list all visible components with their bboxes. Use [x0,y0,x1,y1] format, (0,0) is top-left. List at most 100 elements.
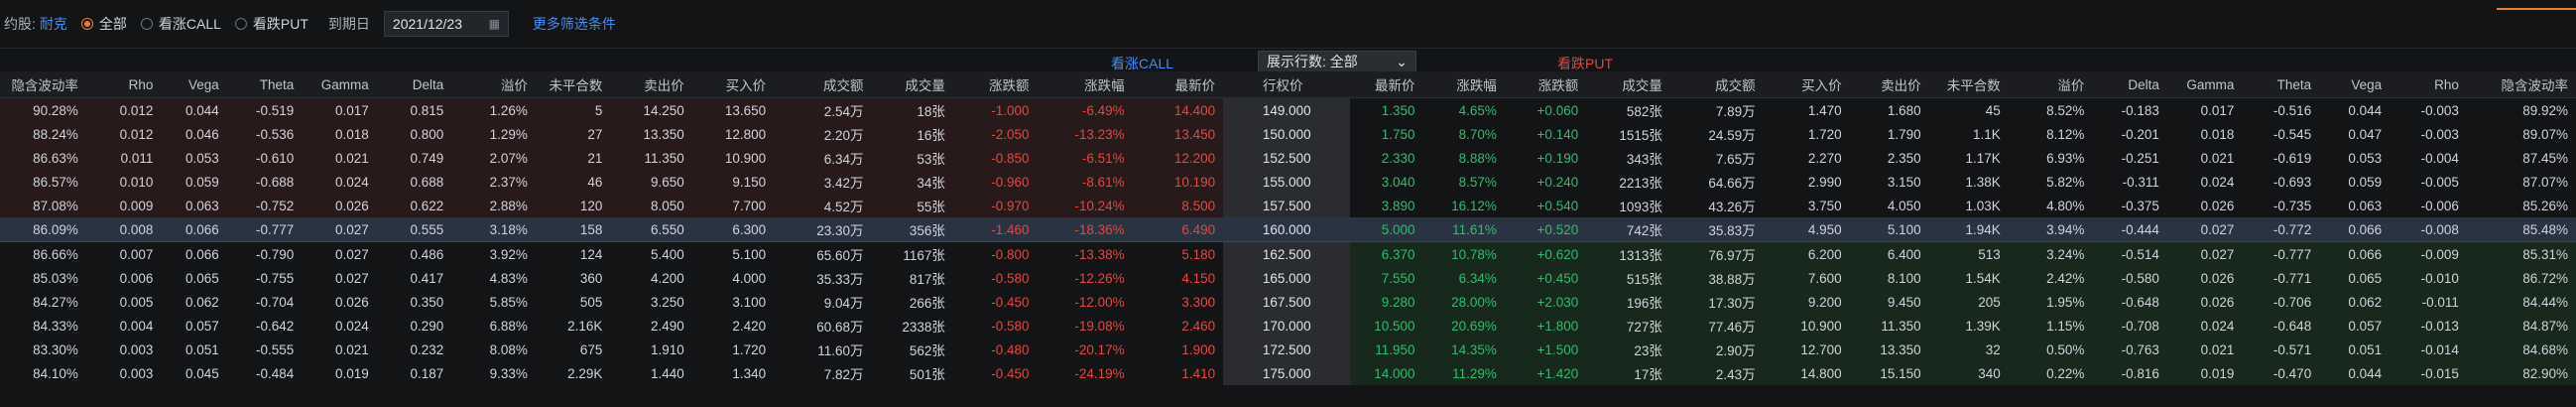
radio-all[interactable]: 全部 [80,14,127,34]
strike-cell: 162.500 [1223,241,1351,266]
radio-call[interactable]: 看涨CALL [140,14,221,34]
column-header[interactable]: 涨跌幅 [1037,71,1133,98]
table-row[interactable]: 86.63% 0.011 0.053 -0.610 0.021 0.749 2.07% 21 1… [0,146,2576,170]
column-header[interactable]: Delta [2092,71,2167,98]
call-cell: 0.008 [85,217,162,242]
column-header[interactable]: 隐含波动率 [2466,71,2576,98]
put-cell: 3.150 [1887,174,1921,190]
call-cell: 4.52万 [774,194,872,217]
underlying-link[interactable]: 耐克 [40,14,67,34]
put-cell: -0.009 [2390,241,2467,266]
table-row[interactable]: 85.03% 0.006 0.065 -0.755 0.027 0.417 4.83% 360… [0,266,2576,290]
call-cell: 83.30% [33,341,78,357]
strike-cell: 150.000 [1223,122,1351,146]
column-header[interactable]: 涨跌额 [952,71,1038,98]
column-header[interactable]: 未平合数 [1928,71,2009,98]
expiry-date-picker[interactable]: 2021/12/23 ▦ [383,11,509,37]
call-cell: 3.42万 [774,170,872,194]
table-row[interactable]: 83.30% 0.003 0.051 -0.555 0.021 0.232 8.08% 675… [0,338,2576,361]
column-header[interactable]: 成交量 [1586,71,1670,98]
put-cell: 82.90% [2466,361,2576,385]
rows-select[interactable]: 展示行数: 全部 ⌄ [1258,51,1416,72]
table-row[interactable]: 86.66% 0.007 0.066 -0.790 0.027 0.486 3.92% 124… [0,241,2576,266]
column-header[interactable]: 卖出价 [610,71,692,98]
table-row[interactable]: 90.28% 0.012 0.044 -0.519 0.017 0.815 1.26% 5 14… [0,97,2576,122]
call-cell: 4.83% [489,270,528,286]
put-cell: -0.003 [2420,126,2459,142]
put-cell: 8.88% [1458,150,1497,166]
call-cell: 0.053 [161,146,227,170]
put-cell: 0.065 [2319,266,2391,290]
call-cell: 2.16K [567,318,603,334]
call-cell: 675 [579,341,603,357]
put-cell: -0.706 [2242,290,2320,314]
column-header[interactable]: Vega [2319,71,2391,98]
table-row[interactable]: 87.08% 0.009 0.063 -0.752 0.026 0.622 2.88% 120… [0,194,2576,217]
put-cell: 17张 [1586,361,1670,385]
put-cell: -0.693 [2272,174,2312,190]
put-cell: 0.017 [2200,102,2235,118]
table-row[interactable]: 88.24% 0.012 0.046 -0.536 0.018 0.800 1.29% 27 1… [0,122,2576,146]
column-header[interactable]: 行权价 [1223,71,1351,98]
column-header[interactable]: Vega [161,71,227,98]
table-row[interactable]: 86.57% 0.010 0.059 -0.688 0.024 0.688 2.37% 46 9… [0,170,2576,194]
column-header[interactable]: 未平合数 [535,71,611,98]
column-header[interactable]: 涨跌额 [1504,71,1587,98]
put-cell: 32 [1928,338,2009,361]
column-header[interactable]: Gamma [302,71,377,98]
column-header[interactable]: 买入价 [691,71,775,98]
call-cell: 2.20万 [774,122,872,146]
call-cell: 0.066 [161,217,227,242]
column-header[interactable]: 最新价 [1350,71,1423,98]
put-cell: -0.772 [2242,217,2320,242]
call-cell: 9.33% [489,365,528,381]
column-header[interactable]: 成交量 [871,71,953,98]
column-header[interactable]: 最新价 [1132,71,1224,98]
table-row[interactable]: 84.33% 0.004 0.057 -0.642 0.024 0.290 6.88% 2.1… [0,314,2576,338]
put-section-title: 看跌PUT [1557,56,1613,71]
column-header[interactable]: 成交额 [774,71,872,98]
more-filters-link[interactable]: 更多筛选条件 [533,14,616,34]
call-cell: 46 [535,170,611,194]
column-header[interactable]: Delta [376,71,452,98]
table-row[interactable]: 86.09% 0.008 0.066 -0.777 0.027 0.555 3.18% 158… [0,217,2576,242]
call-cell: 0.065 [184,270,219,286]
put-cell: +0.520 [1504,217,1587,242]
column-header[interactable]: 隐含波动率 [0,71,86,98]
column-header[interactable]: 溢价 [451,71,536,98]
call-cell: 0.005 [119,294,154,310]
column-header[interactable]: 溢价 [2008,71,2093,98]
call-cell: 2.88% [451,194,536,217]
put-cell: +0.620 [1504,241,1587,266]
column-header[interactable]: Theta [2242,71,2320,98]
strike-cell: 165.000 [1223,266,1351,290]
column-header[interactable]: Gamma [2166,71,2243,98]
table-row[interactable]: 84.10% 0.003 0.045 -0.484 0.019 0.187 9.33% 2.2… [0,361,2576,385]
call-cell: 0.024 [302,170,377,194]
call-cell: 0.555 [376,217,452,242]
column-header[interactable]: 卖出价 [1849,71,1929,98]
put-cell: 0.044 [2319,361,2391,385]
call-cell: -0.642 [256,318,295,334]
column-header[interactable]: Rho [85,71,162,98]
put-cell: 0.024 [2200,174,2235,190]
put-cell: 1.470 [1807,102,1842,118]
strike-cell: 172.500 [1223,338,1351,361]
call-cell: 35.33万 [816,272,864,287]
put-cell: 1.350 [1381,102,1415,118]
column-header[interactable]: Rho [2390,71,2467,98]
put-cell: 6.93% [2046,150,2085,166]
table-row[interactable]: 84.27% 0.005 0.062 -0.704 0.026 0.350 5.85% 505… [0,290,2576,314]
column-header[interactable]: 买入价 [1763,71,1850,98]
call-cell: 1.900 [1181,341,1216,357]
column-header[interactable]: Theta [226,71,303,98]
radio-put[interactable]: 看跌PUT [234,14,308,34]
column-header[interactable]: 涨跌幅 [1422,71,1505,98]
call-cell: 0.486 [410,246,444,262]
put-cell: 24.59万 [1708,128,1756,143]
put-cell: 8.70% [1458,126,1497,142]
put-cell: +0.540 [1536,198,1579,213]
put-cell: -0.708 [2092,314,2167,338]
call-cell: 5.85% [489,294,528,310]
column-header[interactable]: 成交额 [1669,71,1764,98]
